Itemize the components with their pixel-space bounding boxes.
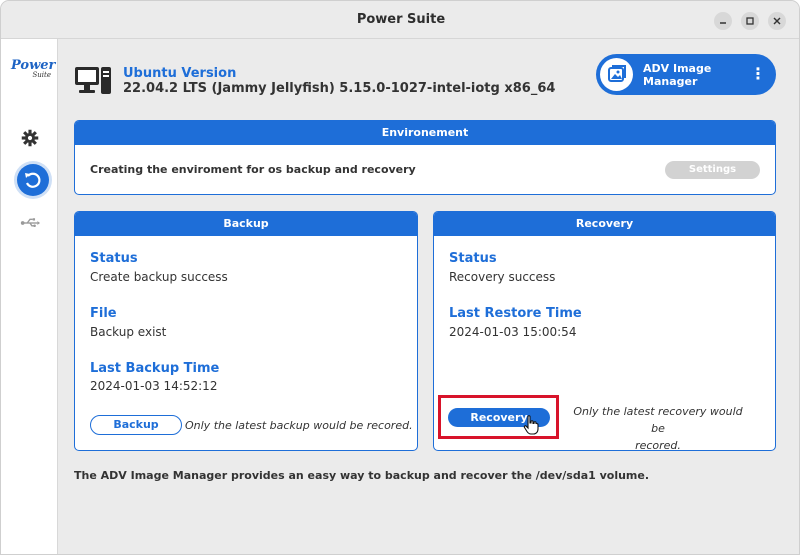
backup-panel: Backup Status Create backup success File…: [74, 211, 418, 451]
image-manager-icon: [608, 65, 626, 82]
recovery-note: Only the latest recovery would be recore…: [568, 403, 748, 451]
environment-panel-title: Environement: [75, 121, 775, 145]
close-button[interactable]: [768, 12, 786, 30]
environment-description: Creating the enviroment for os backup an…: [90, 163, 416, 176]
usb-icon[interactable]: [19, 212, 41, 234]
backup-status-label: Status: [90, 251, 138, 266]
maximize-icon: [746, 17, 754, 25]
highlight-box: [438, 395, 559, 439]
computer-icon: [75, 67, 111, 94]
backup-time-label: Last Backup Time: [90, 361, 220, 376]
recovery-status-label: Status: [449, 251, 497, 266]
maximize-button[interactable]: [741, 12, 759, 30]
backup-panel-title: Backup: [75, 212, 417, 236]
restore-icon: [25, 172, 41, 188]
backup-status-value: Create backup success: [90, 270, 228, 284]
gear-icon[interactable]: [19, 127, 41, 149]
backup-note: Only the latest backup would be recored.: [185, 419, 413, 432]
app-button-line1: ADV Image: [643, 62, 712, 75]
window-title: Power Suite: [356, 12, 446, 27]
backup-time-value: 2024-01-03 14:52:12: [90, 379, 218, 393]
backup-button[interactable]: Backup: [90, 415, 182, 435]
more-options-icon[interactable]: ⋮: [750, 64, 766, 83]
recovery-note-line2: recored.: [635, 439, 681, 451]
title-bar[interactable]: Power Suite: [1, 1, 799, 39]
hand-cursor-icon: [523, 415, 539, 435]
os-version-value: 22.04.2 LTS (Jammy Jellyfish) 5.15.0-102…: [123, 81, 556, 96]
app-icon-circle: [600, 58, 633, 91]
sidebar: Power Suite: [1, 39, 58, 554]
app-button-label: ADV Image Manager: [643, 62, 711, 88]
recovery-status-value: Recovery success: [449, 270, 556, 284]
minimize-button[interactable]: [714, 12, 732, 30]
sidebar-item-backup-recovery[interactable]: [17, 164, 49, 196]
recovery-panel-title: Recovery: [434, 212, 775, 236]
adv-image-manager-button[interactable]: ADV Image Manager ⋮: [596, 54, 776, 95]
app-window: Power Suite Power Suite Ubuntu Version 2…: [0, 0, 800, 555]
settings-button[interactable]: Settings: [665, 161, 760, 179]
recovery-time-label: Last Restore Time: [449, 306, 582, 321]
footer-description: The ADV Image Manager provides an easy w…: [74, 469, 650, 482]
os-version-label: Ubuntu Version: [123, 66, 237, 81]
recovery-note-line1: Only the latest recovery would be: [573, 405, 743, 435]
environment-panel: Environement Creating the enviroment for…: [74, 120, 776, 195]
logo-line2: Suite: [32, 71, 52, 79]
minimize-icon: [720, 22, 726, 24]
backup-file-value: Backup exist: [90, 325, 167, 339]
app-button-line2: Manager: [643, 75, 698, 88]
recovery-time-value: 2024-01-03 15:00:54: [449, 325, 577, 339]
power-suite-logo: Power Suite: [11, 59, 55, 79]
close-icon: [773, 17, 781, 25]
backup-file-label: File: [90, 306, 117, 321]
